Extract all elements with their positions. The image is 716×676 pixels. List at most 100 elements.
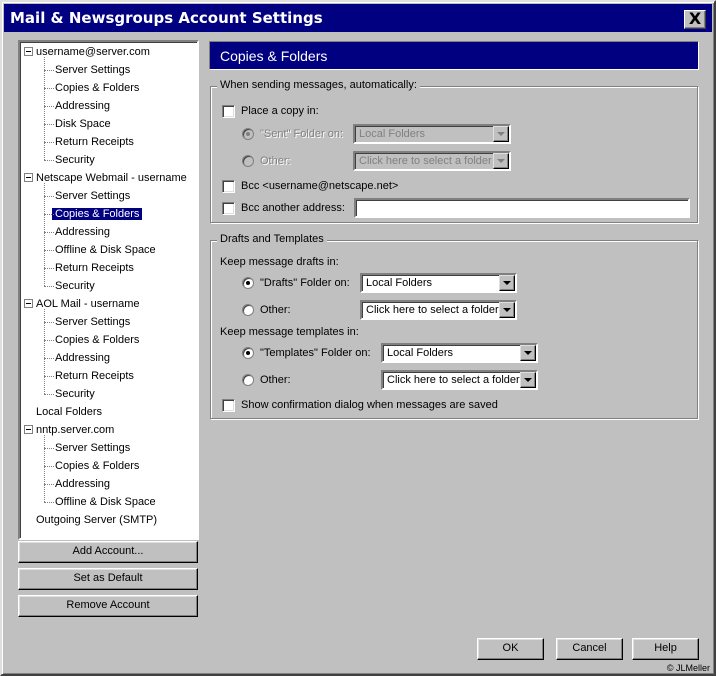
help-button[interactable]: Help xyxy=(632,638,699,660)
drafts-folder-label: "Drafts" Folder on: xyxy=(260,277,350,289)
tree-settings-item[interactable]: Return Receipts xyxy=(52,367,137,385)
tree-item-label: Addressing xyxy=(55,478,111,490)
tree-connector xyxy=(44,502,54,503)
tree-account-item[interactable]: nntp.server.com xyxy=(34,421,117,439)
tree-account-item[interactable]: Outgoing Server (SMTP) xyxy=(34,511,160,529)
tree-settings-item[interactable]: Server Settings xyxy=(52,187,133,205)
sent-folder-radio[interactable] xyxy=(242,128,254,140)
chevron-down-icon xyxy=(499,275,515,291)
tree-connector xyxy=(44,142,54,143)
tree-account-item[interactable]: Local Folders xyxy=(34,403,105,421)
tree-connector xyxy=(44,106,54,107)
templates-folder-radio[interactable] xyxy=(242,347,254,359)
place-copy-label: Place a copy in: xyxy=(241,105,319,117)
tree-item-label: Addressing xyxy=(55,226,111,238)
tree-connector xyxy=(44,286,54,287)
tree-connector xyxy=(44,484,54,485)
remove-account-button[interactable]: Remove Account xyxy=(18,595,198,617)
tree-settings-item[interactable]: Addressing xyxy=(52,223,113,241)
tree-account-item[interactable]: Netscape Webmail - username xyxy=(34,169,190,187)
templates-other-select[interactable]: Click here to select a folder xyxy=(381,370,538,390)
drafts-other-radio[interactable] xyxy=(242,304,254,316)
tree-connector xyxy=(44,448,54,449)
tree-item-label: Copies & Folders xyxy=(52,208,143,220)
tree-settings-item[interactable]: Copies & Folders xyxy=(52,205,143,223)
tree-settings-item[interactable]: Server Settings xyxy=(52,313,133,331)
tree-item-label: Offline & Disk Space xyxy=(55,244,156,256)
tree-item-label: AOL Mail - username xyxy=(36,298,140,310)
bcc-address-input[interactable] xyxy=(354,198,690,218)
tree-settings-item[interactable]: Security xyxy=(52,151,98,169)
tree-connector xyxy=(44,183,45,286)
tree-settings-item[interactable]: Addressing xyxy=(52,97,113,115)
tree-item-label: Server Settings xyxy=(55,442,131,454)
tree-connector xyxy=(44,57,45,160)
close-icon: X xyxy=(688,9,702,28)
window-title: Mail & Newsgroups Account Settings xyxy=(10,9,323,27)
bcc-self-label: Bcc <username@netscape.net> xyxy=(241,180,399,192)
tree-settings-item[interactable]: Copies & Folders xyxy=(52,331,142,349)
panel-title: Copies & Folders xyxy=(209,41,699,70)
tree-item-label: Security xyxy=(55,280,95,292)
add-account-button[interactable]: Add Account... xyxy=(18,541,198,563)
sending-group-legend: When sending messages, automatically: xyxy=(217,79,420,91)
tree-account-item[interactable]: username@server.com xyxy=(34,43,153,61)
tree-settings-item[interactable]: Offline & Disk Space xyxy=(52,493,159,511)
collapse-icon[interactable] xyxy=(24,47,33,56)
tree-item-label: Security xyxy=(55,388,95,400)
confirm-dialog-checkbox[interactable] xyxy=(222,399,235,412)
tree-settings-item[interactable]: Disk Space xyxy=(52,115,114,133)
bcc-other-checkbox[interactable] xyxy=(222,202,235,215)
tree-connector xyxy=(44,358,54,359)
tree-connector xyxy=(44,309,45,394)
collapse-icon[interactable] xyxy=(24,173,33,182)
tree-settings-item[interactable]: Offline & Disk Space xyxy=(52,241,159,259)
tree-item-label: Outgoing Server (SMTP) xyxy=(36,514,158,526)
tree-item-label: Disk Space xyxy=(55,118,111,130)
templates-folder-select[interactable]: Local Folders xyxy=(381,343,538,363)
drafts-other-select[interactable]: Click here to select a folder xyxy=(360,300,517,320)
close-button[interactable]: X xyxy=(684,10,706,29)
tree-account-item[interactable]: AOL Mail - username xyxy=(34,295,143,313)
tree-item-label: Security xyxy=(55,154,95,166)
drafts-folder-select[interactable]: Local Folders xyxy=(360,273,517,293)
ok-button[interactable]: OK xyxy=(477,638,544,660)
set-default-button[interactable]: Set as Default xyxy=(18,568,198,590)
tree-item-label: Copies & Folders xyxy=(55,82,140,94)
tree-settings-item[interactable]: Security xyxy=(52,277,98,295)
templates-folder-label: "Templates" Folder on: xyxy=(260,347,371,359)
templates-other-radio[interactable] xyxy=(242,374,254,386)
sent-other-select[interactable]: Click here to select a folder xyxy=(353,151,511,171)
tree-connector xyxy=(44,340,54,341)
tree-settings-item[interactable]: Server Settings xyxy=(52,439,133,457)
tree-connector xyxy=(44,376,54,377)
tree-item-label: Return Receipts xyxy=(55,136,134,148)
tree-settings-item[interactable]: Return Receipts xyxy=(52,259,137,277)
drafts-group-legend: Drafts and Templates xyxy=(217,233,327,245)
bcc-self-checkbox[interactable] xyxy=(222,180,235,193)
tree-settings-item[interactable]: Copies & Folders xyxy=(52,79,142,97)
tree-settings-item[interactable]: Copies & Folders xyxy=(52,457,142,475)
chevron-down-icon xyxy=(493,126,509,142)
collapse-icon[interactable] xyxy=(24,299,33,308)
tree-connector xyxy=(44,466,54,467)
sent-other-radio[interactable] xyxy=(242,155,254,167)
tree-connector xyxy=(44,232,54,233)
sent-folder-select[interactable]: Local Folders xyxy=(353,124,511,144)
tree-settings-item[interactable]: Addressing xyxy=(52,349,113,367)
tree-item-label: username@server.com xyxy=(36,46,150,58)
cancel-button[interactable]: Cancel xyxy=(556,638,623,660)
tree-settings-item[interactable]: Return Receipts xyxy=(52,133,137,151)
tree-item-label: Addressing xyxy=(55,100,111,112)
tree-settings-item[interactable]: Addressing xyxy=(52,475,113,493)
tree-item-label: Local Folders xyxy=(36,406,103,418)
tree-item-label: Offline & Disk Space xyxy=(55,496,156,508)
tree-settings-item[interactable]: Security xyxy=(52,385,98,403)
drafts-folder-radio[interactable] xyxy=(242,277,254,289)
tree-item-label: Return Receipts xyxy=(55,370,134,382)
tree-settings-item[interactable]: Server Settings xyxy=(52,61,133,79)
collapse-icon[interactable] xyxy=(24,425,33,434)
tree-connector xyxy=(44,88,54,89)
drafts-other-label: Other: xyxy=(260,304,291,316)
place-copy-checkbox[interactable] xyxy=(222,105,235,118)
